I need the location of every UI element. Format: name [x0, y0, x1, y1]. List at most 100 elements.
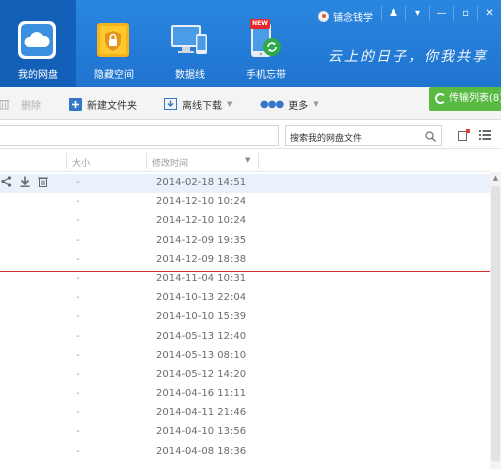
path-bar[interactable]	[0, 125, 279, 146]
delete-label: 删除	[21, 100, 41, 112]
file-size: -	[76, 292, 80, 304]
file-size: -	[76, 349, 80, 361]
table-row[interactable]: - 2014-12-10 10:24	[0, 193, 490, 212]
file-size: -	[76, 196, 80, 208]
title-bar: 我的网盘 隐藏空间 数据线 手机忘带 NEW 铺念钱学 ♟ ▾ — ▫ ✕ 云上…	[0, 0, 501, 87]
maximize-icon[interactable]: ▫	[453, 6, 477, 21]
file-size: -	[76, 445, 80, 457]
scroll-thumb[interactable]	[491, 186, 500, 461]
search-row: 搜索我的网盘文件	[0, 121, 501, 149]
nav-label-my-drive: 我的网盘	[18, 70, 58, 81]
user-menu[interactable]: 铺念钱学	[318, 9, 373, 24]
file-size: -	[76, 388, 80, 400]
table-row[interactable]: - 2014-04-08 18:36	[0, 443, 490, 462]
file-modified: 2014-05-13 12:40	[156, 330, 247, 342]
table-row[interactable]: - 2014-10-10 15:39	[0, 308, 490, 327]
file-modified: 2014-04-10 13:56	[156, 426, 247, 438]
menu-dropdown-icon[interactable]: ▾	[405, 6, 429, 21]
file-modified: 2014-12-09 18:38	[156, 253, 247, 265]
more-dots-icon: ●●●	[260, 98, 284, 110]
table-row[interactable]: - 2014-12-10 10:24	[0, 212, 490, 231]
offline-download-label: 离线下载	[182, 100, 222, 112]
column-divider	[258, 153, 259, 169]
table-row[interactable]: - 2014-04-10 13:56	[0, 423, 490, 442]
file-size: -	[76, 234, 80, 246]
share-icon[interactable]	[1, 176, 12, 187]
table-row[interactable]: - 2014-05-12 14:20	[0, 366, 490, 385]
file-modified: 2014-02-18 14:51	[156, 177, 247, 188]
delete-button[interactable]: 删除	[0, 96, 41, 112]
transfer-list-label: 传输列表(8)	[449, 93, 501, 104]
file-modified: 2014-04-08 18:36	[156, 445, 247, 457]
table-row[interactable]: - 2014-11-04 10:31	[0, 270, 490, 289]
username: 铺念钱学	[333, 13, 373, 24]
skin-icon[interactable]: ♟	[381, 6, 405, 21]
column-modified-header[interactable]: 修改时间	[152, 156, 188, 169]
slogan: 云上的日子，你我共享	[328, 49, 488, 65]
sort-chevron-icon[interactable]: ▼	[245, 156, 250, 164]
lock-safe-icon	[97, 23, 129, 57]
file-list-header: 大小 修改时间 ▼	[0, 150, 490, 172]
scroll-up-icon[interactable]: ▲	[491, 174, 500, 183]
trash-icon	[0, 100, 9, 110]
chevron-down-icon: ▼	[227, 100, 233, 108]
minimize-icon[interactable]: —	[429, 6, 453, 21]
toolbar: 删除 新建文件夹 离线下载 ▼ ●●● 更多 ▼	[0, 87, 501, 120]
search-icon[interactable]	[425, 131, 436, 142]
monitor-phone-icon	[171, 25, 207, 54]
transfer-refresh-icon	[435, 93, 446, 104]
close-icon[interactable]: ✕	[477, 6, 501, 21]
download-arrow-icon[interactable]	[20, 176, 30, 187]
file-size: -	[76, 215, 80, 227]
trash-icon[interactable]	[38, 176, 48, 187]
table-row[interactable]: - 2014-10-13 22:04	[0, 289, 490, 308]
column-divider	[146, 153, 147, 169]
file-modified: 2014-11-04 10:31	[156, 272, 247, 284]
file-size: -	[76, 177, 80, 188]
nav-label-data-cable: 数据线	[175, 70, 205, 81]
table-row[interactable]: - 2014-05-13 12:40	[0, 328, 490, 347]
table-row[interactable]: - 2014-02-18 14:51	[0, 174, 490, 194]
nav-label-hidden-space: 隐藏空间	[94, 70, 134, 81]
new-folder-button[interactable]: 新建文件夹	[69, 96, 137, 112]
table-row[interactable]: - 2014-12-09 18:38	[0, 251, 490, 270]
nav-phone-forgot[interactable]: 手机忘带	[228, 0, 304, 87]
file-modified: 2014-05-12 14:20	[156, 368, 247, 380]
search-input[interactable]: 搜索我的网盘文件	[285, 125, 442, 146]
file-modified: 2014-10-10 15:39	[156, 311, 247, 323]
new-badge: NEW	[250, 19, 270, 29]
table-row[interactable]: - 2014-12-09 19:35	[0, 232, 490, 251]
list-view-icon[interactable]	[479, 129, 491, 141]
more-label: 更多	[288, 100, 309, 112]
column-size-header[interactable]: 大小	[72, 156, 90, 169]
table-row[interactable]: - 2014-05-13 08:10	[0, 347, 490, 366]
file-size: -	[76, 426, 80, 438]
column-divider	[66, 153, 67, 169]
download-icon	[164, 98, 177, 110]
file-modified: 2014-12-10 10:24	[156, 215, 247, 227]
file-size: -	[76, 253, 80, 265]
offline-download-button[interactable]: 离线下载 ▼	[164, 96, 232, 112]
transfer-list-button[interactable]: 传输列表(8)	[429, 87, 501, 111]
nav-data-cable[interactable]: 数据线	[152, 0, 228, 87]
file-size: -	[76, 311, 80, 323]
file-modified: 2014-12-09 19:35	[156, 234, 247, 246]
window-controls: ♟ ▾ — ▫ ✕	[381, 6, 501, 21]
thumbnail-view-icon[interactable]	[458, 129, 470, 141]
add-folder-icon	[69, 97, 82, 111]
new-folder-label: 新建文件夹	[87, 100, 137, 112]
file-modified: 2014-12-10 10:24	[156, 196, 247, 208]
file-modified: 2014-10-13 22:04	[156, 292, 247, 304]
nav-my-drive[interactable]: 我的网盘	[0, 0, 76, 87]
vertical-scrollbar[interactable]: ▲	[490, 172, 501, 469]
file-modified: 2014-05-13 08:10	[156, 349, 247, 361]
highlight-divider	[0, 271, 501, 272]
main-nav: 我的网盘 隐藏空间 数据线 手机忘带	[0, 0, 304, 87]
avatar	[318, 11, 329, 22]
nav-hidden-space[interactable]: 隐藏空间	[76, 0, 152, 87]
table-row[interactable]: - 2014-04-16 11:11	[0, 385, 490, 404]
table-row[interactable]: - 2014-04-11 21:46	[0, 404, 490, 423]
row-actions	[1, 176, 48, 187]
more-button[interactable]: ●●● 更多 ▼	[260, 96, 319, 112]
file-size: -	[76, 330, 80, 342]
